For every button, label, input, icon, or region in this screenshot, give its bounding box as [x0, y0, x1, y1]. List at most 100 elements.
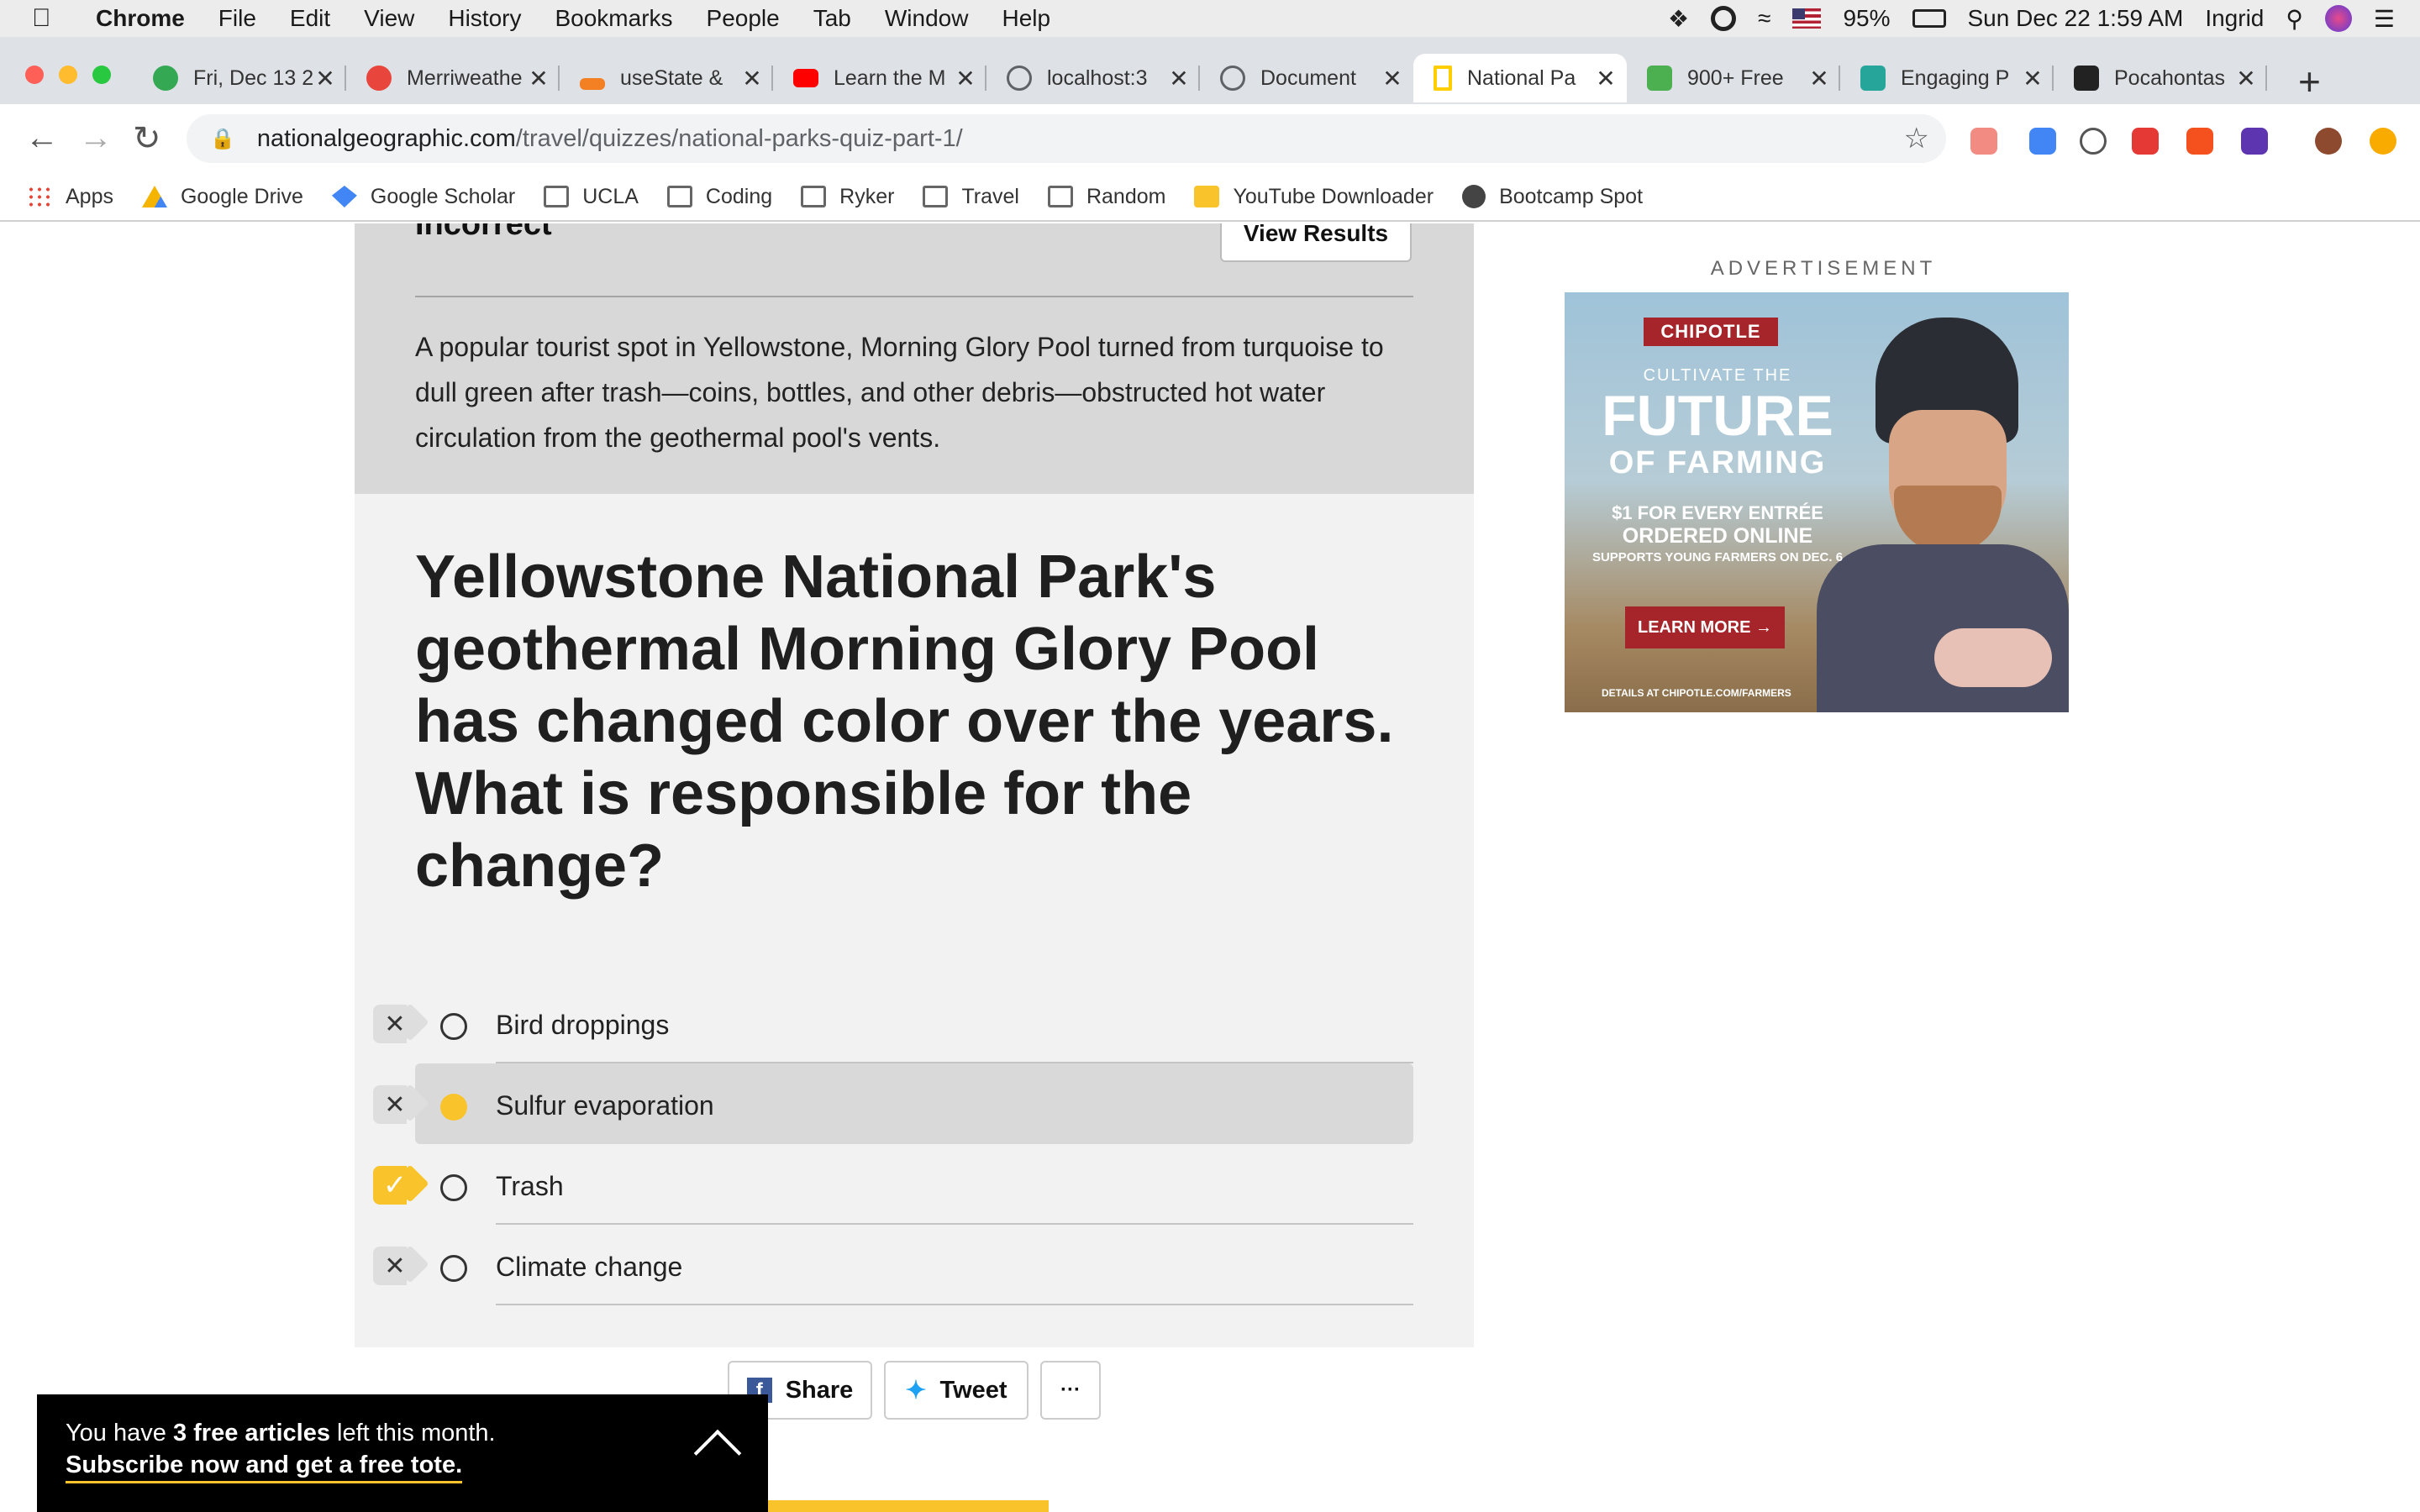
- extension-circle-icon[interactable]: [2080, 128, 2107, 155]
- tab-3[interactable]: useState & ✕: [560, 54, 773, 102]
- extension-p-icon[interactable]: [2241, 128, 2268, 155]
- zoom-window-button[interactable]: [92, 66, 111, 84]
- bookmark-label: Ryker: [839, 184, 895, 208]
- menu-people[interactable]: People: [707, 5, 780, 32]
- bookmark-bootcamp-spot[interactable]: Bootcamp Spot: [1462, 185, 1643, 209]
- radio-button[interactable]: [440, 1174, 467, 1201]
- bookmark-folder-ucla[interactable]: UCLA: [544, 185, 639, 209]
- bookmark-youtube-downloader[interactable]: YouTube Downloader: [1194, 185, 1434, 209]
- close-tab-icon[interactable]: ✕: [2020, 65, 2045, 92]
- ad-fine-print: DETAILS AT CHIPOTLE.COM/FARMERS: [1602, 687, 1791, 699]
- globe-icon: [1220, 66, 1245, 91]
- google-scholar-icon: [331, 186, 357, 207]
- wifi-icon[interactable]: ≈: [1758, 5, 1770, 32]
- circle-status-icon[interactable]: [1711, 6, 1737, 31]
- minimize-window-button[interactable]: [59, 66, 77, 84]
- tab-8[interactable]: 900+ Free ✕: [1627, 54, 1840, 102]
- tab-7-active[interactable]: National Pa ✕: [1413, 54, 1627, 102]
- user-name[interactable]: Ingrid: [2205, 5, 2264, 32]
- chipotle-ad[interactable]: CHIPOTLE CULTIVATE THE FUTURE OF FARMING…: [1565, 292, 2069, 712]
- extension-eyedropper-icon[interactable]: [2029, 128, 2056, 155]
- tweet-button[interactable]: ✦ Tweet: [884, 1361, 1028, 1420]
- forward-arrow-icon[interactable]: →: [79, 119, 113, 157]
- bookmark-folder-ryker[interactable]: Ryker: [801, 185, 894, 209]
- menu-chrome[interactable]: Chrome: [96, 5, 185, 32]
- menu-help[interactable]: Help: [1002, 5, 1050, 32]
- address-bar[interactable]: 🔒 nationalgeographic.com/travel/quizzes/…: [187, 114, 1946, 163]
- menu-file[interactable]: File: [218, 5, 256, 32]
- lock-icon[interactable]: 🔒: [210, 127, 235, 151]
- bookmark-label: YouTube Downloader: [1233, 184, 1434, 208]
- notification-center-icon[interactable]: ☰: [2374, 5, 2395, 33]
- clock[interactable]: Sun Dec 22 1:59 AM: [1968, 5, 2184, 32]
- tab-10[interactable]: Pocahontas ✕: [2054, 54, 2267, 102]
- battery-icon[interactable]: [1912, 9, 1946, 28]
- answer-option-2-selected[interactable]: ✕ Sulfur evaporation: [355, 1063, 1474, 1144]
- bookmark-star-icon[interactable]: ☆: [1904, 122, 1929, 155]
- menu-bookmarks[interactable]: Bookmarks: [555, 5, 672, 32]
- radio-button[interactable]: [440, 1255, 467, 1282]
- spotlight-search-icon[interactable]: ⚲: [2286, 5, 2303, 33]
- bookmark-folder-travel[interactable]: Travel: [923, 185, 1019, 209]
- bookmark-google-drive[interactable]: Google Drive: [141, 185, 303, 209]
- close-tab-icon[interactable]: ✕: [2233, 65, 2259, 92]
- update-icon[interactable]: [2370, 128, 2396, 155]
- close-tab-icon[interactable]: ✕: [1166, 65, 1192, 92]
- menu-edit[interactable]: Edit: [290, 5, 330, 32]
- close-tab-icon[interactable]: ✕: [1593, 65, 1618, 92]
- close-window-button[interactable]: [25, 66, 44, 84]
- ad-headline: FUTURE: [1602, 384, 1833, 448]
- back-arrow-icon[interactable]: ←: [25, 119, 59, 157]
- profile-avatar[interactable]: [2315, 128, 2342, 155]
- close-tab-icon[interactable]: ✕: [526, 65, 551, 92]
- extension-pink-icon[interactable]: [1970, 128, 1997, 155]
- tab-4[interactable]: Learn the M ✕: [773, 54, 986, 102]
- radio-button[interactable]: [440, 1013, 467, 1040]
- tab-title: Fri, Dec 13 2: [193, 66, 313, 90]
- menu-view[interactable]: View: [364, 5, 414, 32]
- more-share-options-button[interactable]: ···: [1040, 1361, 1101, 1420]
- menu-window[interactable]: Window: [885, 5, 969, 32]
- close-tab-icon[interactable]: ✕: [313, 65, 338, 92]
- yellow-button-edge[interactable]: [768, 1500, 1049, 1512]
- close-tab-icon[interactable]: ✕: [1807, 65, 1832, 92]
- tab-favicon-icon: [1860, 66, 1886, 91]
- tab-favicon-icon: [366, 66, 392, 91]
- dropbox-icon[interactable]: ❖: [1668, 5, 1689, 33]
- bookmark-apps[interactable]: Apps: [27, 185, 113, 209]
- paywall-banner[interactable]: You have 3 free articles left this month…: [37, 1394, 768, 1512]
- tab-9[interactable]: Engaging P ✕: [1840, 54, 2054, 102]
- battery-percent[interactable]: 95%: [1843, 5, 1890, 32]
- tab-5[interactable]: localhost:3 ✕: [986, 54, 1200, 102]
- divider: [496, 1304, 1413, 1305]
- bookmark-label: Random: [1086, 184, 1166, 208]
- ad-learn-more-button[interactable]: LEARN MORE →: [1625, 606, 1785, 648]
- subscribe-link[interactable]: Subscribe now and get a free tote.: [66, 1452, 463, 1483]
- radio-button-selected[interactable]: [440, 1094, 467, 1121]
- twitter-bird-icon: ✦: [905, 1376, 927, 1404]
- bookmark-folder-random[interactable]: Random: [1047, 184, 1166, 209]
- tab-1[interactable]: Fri, Dec 13 2 ✕: [133, 54, 346, 102]
- view-results-button[interactable]: View Results: [1220, 223, 1412, 262]
- siri-icon[interactable]: [2324, 5, 2352, 32]
- chevron-up-icon[interactable]: [693, 1429, 742, 1478]
- menu-history[interactable]: History: [448, 5, 521, 32]
- answer-option-4[interactable]: ✕ Climate change: [355, 1225, 1474, 1305]
- close-tab-icon[interactable]: ✕: [739, 65, 765, 92]
- reload-icon[interactable]: ↻: [133, 119, 161, 158]
- flag-icon[interactable]: [1792, 8, 1822, 29]
- answer-option-3-correct[interactable]: ✓ Trash: [355, 1144, 1474, 1225]
- extension-youtube-icon[interactable]: [2132, 128, 2159, 155]
- bookmark-folder-coding[interactable]: Coding: [666, 185, 772, 209]
- close-tab-icon[interactable]: ✕: [953, 65, 978, 92]
- extension-lighthouse-icon[interactable]: [2186, 128, 2213, 155]
- new-tab-button[interactable]: +: [2298, 59, 2321, 104]
- close-tab-icon[interactable]: ✕: [1380, 65, 1405, 92]
- menu-tab[interactable]: Tab: [813, 5, 851, 32]
- answer-option-1[interactable]: ✕ Bird droppings: [355, 983, 1474, 1063]
- tab-6[interactable]: Document ✕: [1200, 54, 1413, 102]
- bookmark-google-scholar[interactable]: Google Scholar: [331, 185, 515, 209]
- tab-2[interactable]: Merriweathe ✕: [346, 54, 560, 102]
- apple-icon[interactable]: : [32, 4, 66, 33]
- folder-icon: [923, 186, 949, 207]
